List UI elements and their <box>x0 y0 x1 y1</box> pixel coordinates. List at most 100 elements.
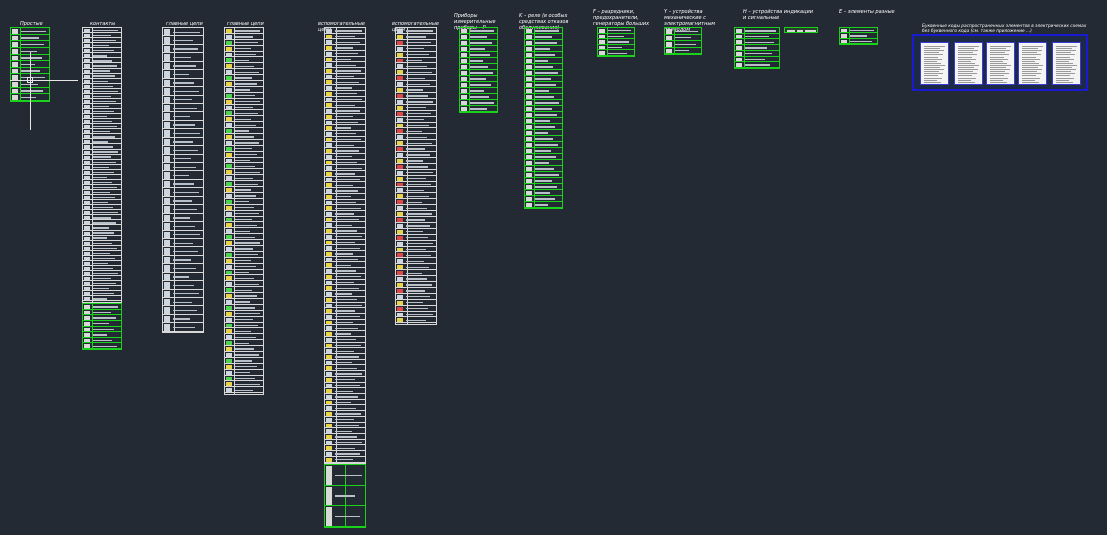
reference-page[interactable] <box>1018 42 1047 85</box>
symbol-row[interactable] <box>163 180 203 189</box>
symbol-caption <box>335 64 356 66</box>
symbol-icon <box>326 337 332 342</box>
reference-page[interactable] <box>920 42 949 85</box>
symbol-row[interactable] <box>163 112 203 121</box>
drawing-canvas[interactable]: Простые контакты главные цепи главные це… <box>0 0 1107 535</box>
table-K-rele[interactable] <box>524 27 563 209</box>
symbol-icon <box>164 29 170 36</box>
symbol-row[interactable] <box>163 231 203 239</box>
symbol-row[interactable] <box>396 317 436 324</box>
symbol-row[interactable] <box>460 106 497 112</box>
symbol-row[interactable] <box>163 70 203 79</box>
reference-page[interactable] <box>986 42 1015 85</box>
symbol-icon <box>526 29 532 33</box>
table-glavnye-tsepi-2[interactable] <box>224 27 264 395</box>
symbol-row[interactable] <box>163 171 203 180</box>
symbol-row[interactable] <box>11 41 49 48</box>
symbol-caption <box>335 259 358 261</box>
symbol-row[interactable] <box>225 387 263 394</box>
symbol-icon <box>526 125 532 129</box>
symbol-caption <box>173 276 189 278</box>
symbol-row[interactable] <box>163 53 203 62</box>
symbol-row[interactable] <box>163 247 203 256</box>
symbol-row[interactable] <box>163 79 203 88</box>
symbol-row[interactable] <box>163 256 203 265</box>
symbol-row[interactable] <box>163 129 203 138</box>
symbol-caption <box>335 407 356 409</box>
symbol-row[interactable] <box>163 45 203 54</box>
symbol-row[interactable] <box>163 28 203 37</box>
symbol-row[interactable] <box>163 188 203 197</box>
table-vspomogatelnye-tsepi-1b[interactable] <box>324 464 366 528</box>
symbol-row[interactable] <box>735 62 779 68</box>
symbol-caption <box>335 390 353 392</box>
symbol-row[interactable] <box>325 506 365 527</box>
symbol-caption <box>235 112 258 115</box>
symbol-icon <box>84 338 90 343</box>
reference-page[interactable] <box>1052 42 1081 85</box>
table-vspomogatelnye-tsepi-1[interactable] <box>324 27 366 464</box>
symbol-row[interactable] <box>325 457 365 463</box>
table-E[interactable] <box>839 27 878 45</box>
table-pribory[interactable] <box>459 27 498 113</box>
table-vspomogatelnye-tsepi-2[interactable] <box>395 27 437 325</box>
symbol-icon <box>226 58 232 63</box>
symbol-caption <box>535 132 548 134</box>
symbol-row[interactable] <box>163 264 203 273</box>
table-kontakty-extra[interactable] <box>82 303 122 350</box>
symbol-caption <box>173 208 197 211</box>
symbol-row[interactable] <box>11 35 49 42</box>
symbol-icon <box>226 46 232 51</box>
symbol-row[interactable] <box>163 36 203 45</box>
symbol-row[interactable] <box>325 486 365 507</box>
symbol-icon <box>326 246 332 251</box>
symbol-row[interactable] <box>163 87 203 96</box>
symbol-row[interactable] <box>163 290 203 298</box>
symbol-row[interactable] <box>325 465 365 486</box>
symbol-row[interactable] <box>83 296 121 302</box>
table-F[interactable] <box>597 27 635 57</box>
symbol-row[interactable] <box>163 197 203 206</box>
symbol-row[interactable] <box>163 315 203 324</box>
symbol-icon <box>526 185 532 189</box>
symbol-row[interactable] <box>525 202 562 208</box>
reference-sheets-frame[interactable] <box>912 34 1088 91</box>
symbol-row[interactable] <box>163 138 203 147</box>
reference-page[interactable] <box>954 42 983 85</box>
symbol-caption <box>93 60 112 62</box>
symbol-icon <box>84 221 90 225</box>
symbol-row[interactable] <box>163 155 203 163</box>
symbol-row[interactable] <box>163 298 203 307</box>
symbol-row[interactable] <box>11 28 49 35</box>
table-H[interactable] <box>734 27 780 69</box>
symbol-caption <box>406 172 433 174</box>
symbol-row[interactable] <box>840 39 877 44</box>
table-glavnye-tsepi-1[interactable] <box>162 27 204 333</box>
symbol-row[interactable] <box>163 273 203 282</box>
symbol-row[interactable] <box>163 222 203 231</box>
symbol-icon <box>326 46 332 50</box>
symbol-row[interactable] <box>163 214 203 223</box>
symbol-row[interactable] <box>83 343 121 349</box>
symbol-row[interactable] <box>163 306 203 315</box>
symbol-row[interactable] <box>163 281 203 290</box>
table-kontakty[interactable] <box>82 27 122 303</box>
symbol-row[interactable] <box>163 121 203 130</box>
symbol-row[interactable] <box>163 239 203 248</box>
symbol-row[interactable] <box>163 146 203 155</box>
symbol-caption <box>335 184 353 186</box>
symbol-row[interactable] <box>163 104 203 113</box>
symbol-row[interactable] <box>163 96 203 104</box>
symbol-row[interactable] <box>163 205 203 214</box>
table-Y[interactable] <box>664 27 702 55</box>
symbol-row[interactable] <box>163 163 203 172</box>
symbol-caption <box>535 72 558 74</box>
symbol-row[interactable] <box>163 62 203 71</box>
symbol-icon <box>226 93 232 98</box>
symbol-icon <box>12 42 18 47</box>
symbol-row[interactable] <box>163 323 203 332</box>
symbol-row[interactable] <box>598 50 634 56</box>
symbol-icon <box>164 155 170 162</box>
symbol-icon <box>84 201 90 205</box>
symbol-row[interactable] <box>665 48 701 54</box>
